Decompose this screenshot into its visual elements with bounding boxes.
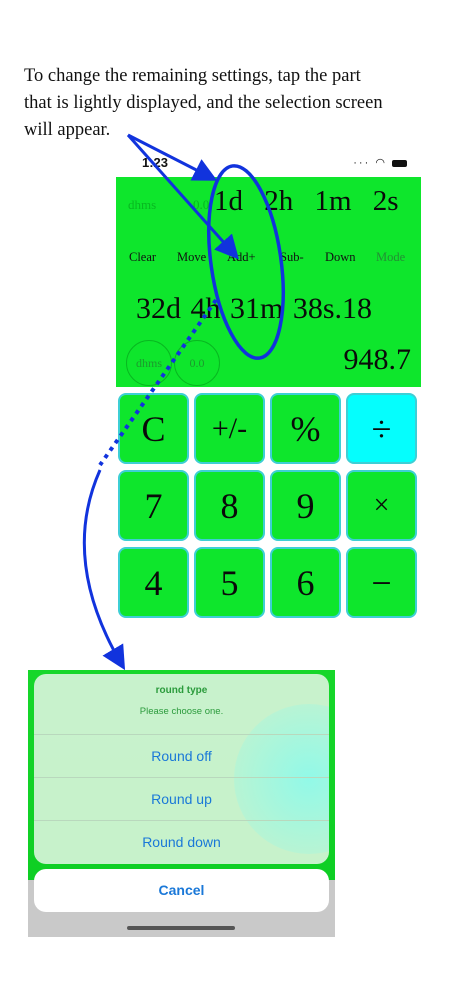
status-bar: 1:23 ··· ◠: [116, 150, 421, 176]
key-9[interactable]: 9: [270, 470, 341, 541]
key-7[interactable]: 7: [118, 470, 189, 541]
menu-down[interactable]: Down: [325, 250, 356, 265]
calculator-screenshot: 1:23 ··· ◠ dhms 0.0 1d 2h 1m 2s Clear Mo…: [116, 150, 421, 630]
option-round-down[interactable]: Round down: [34, 820, 329, 863]
cancel-button[interactable]: Cancel: [34, 869, 329, 912]
faint-mode-label[interactable]: dhms: [128, 197, 156, 213]
option-round-up[interactable]: Round up: [34, 777, 329, 820]
status-icons: ··· ◠: [353, 156, 407, 169]
faint-precision-label[interactable]: 0.0: [193, 197, 209, 213]
home-indicator: [127, 926, 235, 930]
key-minus[interactable]: −: [346, 547, 417, 618]
wifi-icon: ◠: [375, 157, 387, 169]
key-percent[interactable]: %: [270, 393, 341, 464]
selection-screen: round type Please choose one. Round off …: [28, 670, 335, 937]
key-6[interactable]: 6: [270, 547, 341, 618]
main-value: 32d 4h 31m 38s.18: [136, 292, 373, 325]
menu-move[interactable]: Move: [177, 250, 206, 265]
calculator-display: dhms 0.0 1d 2h 1m 2s Clear Move Add+ Sub…: [116, 177, 421, 387]
battery-icon: [392, 159, 407, 167]
result-value: 948.7: [343, 343, 412, 376]
round-type-sheet: round type Please choose one. Round off …: [34, 674, 329, 864]
caption-line-3: will appear.: [24, 120, 111, 140]
caption-line-1: To change the remaining settings, tap th…: [24, 66, 361, 86]
sheet-message: Please choose one.: [139, 706, 224, 717]
top-value: 1d 2h 1m 2s: [214, 185, 399, 217]
instruction-caption: To change the remaining settings, tap th…: [24, 63, 444, 144]
menu-sub[interactable]: Sub-: [280, 250, 304, 265]
signal-icon: ···: [353, 157, 371, 169]
key-divide[interactable]: ÷: [346, 393, 417, 464]
key-8[interactable]: 8: [194, 470, 265, 541]
key-multiply[interactable]: ×: [346, 470, 417, 541]
mode-circle-button[interactable]: dhms: [126, 340, 172, 386]
precision-circle-button[interactable]: 0.0: [174, 340, 220, 386]
menu-mode[interactable]: Mode: [376, 250, 405, 265]
key-clear[interactable]: C: [118, 393, 189, 464]
option-round-off[interactable]: Round off: [34, 734, 329, 777]
caption-line-2: that is lightly displayed, and the selec…: [24, 93, 383, 113]
status-time: 1:23: [142, 155, 169, 170]
sheet-title: round type: [155, 685, 208, 696]
menu-clear[interactable]: Clear: [129, 250, 156, 265]
key-sign[interactable]: +/-: [194, 393, 265, 464]
menu-add[interactable]: Add+: [227, 250, 256, 265]
key-5[interactable]: 5: [194, 547, 265, 618]
key-4[interactable]: 4: [118, 547, 189, 618]
